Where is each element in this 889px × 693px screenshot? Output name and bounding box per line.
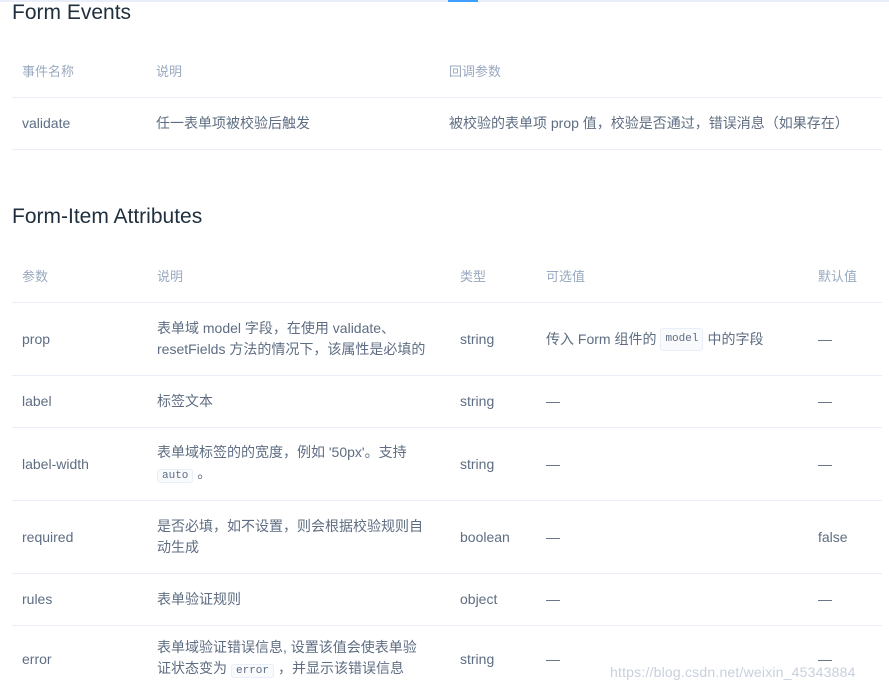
param-type: string bbox=[460, 455, 495, 472]
table-row: required 是否必填，如不设置，则会根据校验规则自 动生成 boolean… bbox=[12, 501, 882, 574]
table-header-row: 事件名称 说明 回调参数 bbox=[12, 46, 882, 98]
description-line: 是否必填，如不设置，则会根据校验规则自 bbox=[157, 518, 423, 534]
description-text: ，并显示该错误信息 bbox=[278, 659, 405, 676]
description-line: 表单域验证错误信息, 设置该值会使表单验 bbox=[157, 638, 417, 655]
param-name: rules bbox=[22, 591, 53, 607]
header-description: 说明 bbox=[157, 268, 184, 284]
description-line: resetFields 方法的情况下，该属性是必填的 bbox=[157, 341, 426, 357]
description-text: 证状态变为 bbox=[157, 659, 227, 676]
header-type: 类型 bbox=[460, 268, 487, 284]
param-description: 表单域 model 字段，在使用 validate、 resetFields 方… bbox=[157, 303, 447, 375]
header-description: 说明 bbox=[156, 64, 183, 79]
param-options: — bbox=[546, 528, 560, 545]
form-events-table: 事件名称 说明 回调参数 validate 任一表单项被校验后触发 被校验的表单… bbox=[12, 46, 882, 150]
options-text: 中的字段 bbox=[707, 330, 764, 347]
param-name: label-width bbox=[22, 455, 89, 472]
param-description: 标签文本 bbox=[157, 393, 213, 409]
description-text: 。 bbox=[197, 464, 212, 481]
param-name: required bbox=[22, 528, 74, 545]
event-params: 被校验的表单项 prop 值，校验是否通过，错误消息（如果存在） bbox=[449, 115, 849, 131]
param-default: — bbox=[818, 455, 832, 472]
table-row: error 表单域验证错误信息, 设置该值会使表单验 证状态变为 error ，并显… bbox=[12, 626, 882, 692]
param-description: 表单域验证错误信息, 设置该值会使表单验 证状态变为 error ，并显示该错误信息 bbox=[157, 626, 447, 692]
param-options: — bbox=[546, 393, 560, 409]
event-name: validate bbox=[22, 115, 71, 131]
code-snippet: model bbox=[660, 327, 704, 351]
param-type: string bbox=[460, 330, 495, 347]
description-line: 表单域标签的的宽度，例如 '50px'。支持 bbox=[157, 443, 407, 460]
param-description: 表单域标签的的宽度，例如 '50px'。支持 auto。 bbox=[157, 428, 447, 500]
active-tab-indicator bbox=[448, 0, 478, 2]
param-default: false bbox=[818, 528, 848, 545]
param-default: — bbox=[818, 650, 832, 667]
options-text: 传入 Form 组件的 bbox=[546, 330, 657, 347]
param-type: object bbox=[460, 591, 498, 607]
form-item-attributes-title: Form-Item Attributes bbox=[12, 205, 203, 228]
table-row: label-width 表单域标签的的宽度，例如 '50px'。支持 auto。… bbox=[12, 428, 882, 501]
param-default: — bbox=[818, 330, 832, 347]
param-options: — bbox=[546, 650, 560, 667]
param-options: — bbox=[546, 455, 560, 472]
header-callback-params: 回调参数 bbox=[449, 64, 502, 79]
table-header-row: 参数 说明 类型 可选值 默认值 bbox=[12, 250, 882, 303]
header-default: 默认值 bbox=[818, 268, 858, 284]
param-name: label bbox=[22, 393, 52, 409]
description-line: 动生成 bbox=[157, 539, 199, 555]
table-row: prop 表单域 model 字段，在使用 validate、 resetFie… bbox=[12, 303, 882, 376]
param-type: string bbox=[460, 393, 495, 409]
param-name: prop bbox=[22, 330, 51, 347]
table-row: label 标签文本 string — — bbox=[12, 376, 882, 428]
header-param: 参数 bbox=[22, 268, 49, 284]
watermark: https://blog.csdn.net/weixin_45343884 bbox=[610, 664, 856, 680]
param-options: — bbox=[546, 591, 560, 607]
param-name: error bbox=[22, 650, 52, 667]
event-description: 任一表单项被校验后触发 bbox=[156, 115, 310, 131]
header-options: 可选值 bbox=[546, 268, 586, 284]
param-default: — bbox=[818, 591, 832, 607]
header-event-name: 事件名称 bbox=[22, 64, 75, 79]
param-default: — bbox=[818, 393, 832, 409]
form-item-attributes-table: 参数 说明 类型 可选值 默认值 prop 表单域 model 字段，在使用 v… bbox=[12, 250, 882, 693]
param-type: boolean bbox=[460, 528, 510, 545]
param-description: 是否必填，如不设置，则会根据校验规则自 动生成 bbox=[157, 501, 447, 573]
table-row: validate 任一表单项被校验后触发 被校验的表单项 prop 值，校验是否… bbox=[12, 98, 882, 150]
param-type: string bbox=[460, 650, 495, 667]
code-snippet: auto bbox=[157, 468, 194, 483]
description-line: 表单域 model 字段，在使用 validate、 bbox=[157, 320, 396, 336]
table-row: rules 表单验证规则 object — — bbox=[12, 574, 882, 626]
form-events-title: Form Events bbox=[12, 1, 132, 24]
top-border bbox=[0, 0, 889, 2]
code-snippet: error bbox=[231, 663, 275, 678]
param-options: 传入 Form 组件的 model 中的字段 bbox=[546, 303, 763, 375]
param-description: 表单验证规则 bbox=[157, 591, 241, 607]
